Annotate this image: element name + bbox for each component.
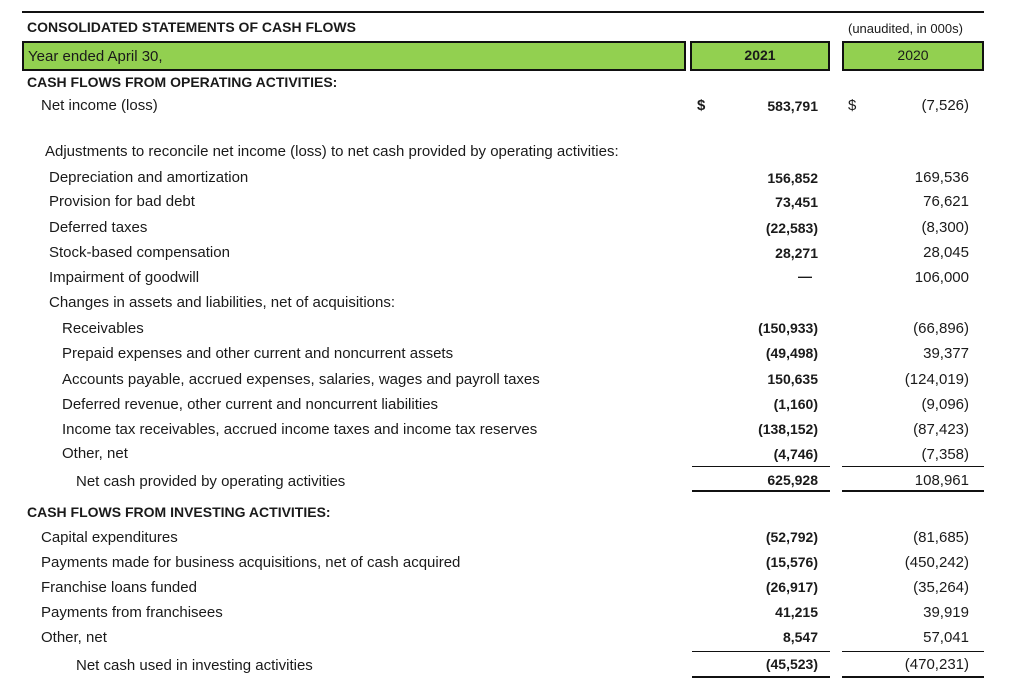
row-value-2021: (26,917) [765, 579, 818, 595]
row-value-2021: 73,451 [775, 194, 818, 210]
subtotal-rule-2021 [692, 651, 830, 652]
row-value-2020: 28,045 [923, 244, 969, 261]
row-label: Payments made for business acquisitions,… [41, 554, 461, 571]
total-rule-2020 [842, 490, 984, 492]
statement-title: CONSOLIDATED STATEMENTS OF CASH FLOWS [27, 19, 356, 35]
year-2021-header: 2021 [744, 47, 776, 63]
row-value-2020: (8,300) [921, 219, 969, 236]
row-value-2021: (138,152) [758, 421, 818, 437]
net-income-2020: (7,526) [921, 97, 969, 114]
adjustments-label: Adjustments to reconcile net income (los… [45, 143, 619, 160]
row-value-2020: 39,919 [923, 604, 969, 621]
row-value-2020: (35,264) [913, 579, 969, 596]
row-label: Franchise loans funded [41, 579, 197, 596]
row-value-2021: 28,271 [775, 245, 818, 261]
year-label: Year ended April 30, [28, 48, 163, 65]
row-label: Deferred revenue, other current and nonc… [62, 396, 439, 413]
row-value-2021: — [798, 268, 812, 284]
operating-total-2020: 108,961 [914, 472, 969, 489]
row-value-2021: (150,933) [758, 320, 818, 336]
row-value-2020: (124,019) [904, 371, 969, 388]
operating-total-2021: 625,928 [767, 472, 818, 488]
row-value-2020: 106,000 [914, 269, 969, 286]
total-rule-2020 [842, 676, 984, 678]
investing-section-header: CASH FLOWS FROM INVESTING ACTIVITIES: [27, 504, 331, 520]
total-rule-2021 [692, 490, 830, 492]
row-value-2020: (81,685) [913, 529, 969, 546]
row-label: Depreciation and amortization [49, 169, 249, 186]
row-value-2021: (49,498) [765, 345, 818, 361]
row-label: Other, net [41, 629, 107, 646]
investing-total-2020: (470,231) [904, 656, 969, 673]
operating-section-header: CASH FLOWS FROM OPERATING ACTIVITIES: [27, 74, 338, 90]
row-value-2020: 57,041 [923, 629, 969, 646]
row-label: Other, net [62, 445, 128, 462]
row-value-2021: (4,746) [773, 446, 818, 462]
row-label: Prepaid expenses and other current and n… [62, 345, 454, 362]
row-value-2020: (7,358) [921, 446, 969, 463]
row-value-2021: 41,215 [775, 604, 818, 620]
row-value-2021: (1,160) [773, 396, 818, 412]
row-value-2020: 169,536 [914, 169, 969, 186]
row-label: Stock-based compensation [49, 244, 230, 261]
year-2020-header: 2020 [897, 47, 929, 63]
row-value-2020: 76,621 [923, 193, 969, 210]
row-label: Impairment of goodwill [49, 269, 200, 286]
subtotal-rule-2021 [692, 466, 830, 467]
row-value-2020: (87,423) [913, 421, 969, 438]
total-rule-2021 [692, 676, 830, 678]
net-income-label: Net income (loss) [41, 97, 158, 114]
row-value-2020: (450,242) [904, 554, 969, 571]
row-value-2021: (22,583) [765, 220, 818, 236]
currency-symbol: $ [848, 97, 857, 114]
row-value-2020: (9,096) [921, 396, 969, 413]
row-value-2021: 156,852 [767, 170, 818, 186]
row-value-2021: (52,792) [765, 529, 818, 545]
net-income-2021: 583,791 [767, 98, 818, 114]
currency-symbol: $ [697, 97, 706, 114]
subtotal-rule-2020 [842, 466, 984, 467]
row-value-2020: 39,377 [923, 345, 969, 362]
row-label: Provision for bad debt [49, 193, 195, 210]
top-rule [22, 11, 984, 13]
row-label: Income tax receivables, accrued income t… [62, 421, 538, 438]
row-value-2021: (15,576) [765, 554, 818, 570]
row-label: Accounts payable, accrued expenses, sala… [62, 371, 540, 388]
row-value-2020: (66,896) [913, 320, 969, 337]
row-label: Capital expenditures [41, 529, 178, 546]
row-value-2021: 8,547 [782, 629, 818, 645]
operating-total-label: Net cash provided by operating activitie… [76, 473, 346, 490]
row-label: Deferred taxes [49, 219, 148, 236]
subtotal-rule-2020 [842, 651, 984, 652]
row-label: Receivables [62, 320, 144, 337]
row-value-2021: 150,635 [767, 371, 818, 387]
row-label: Payments from franchisees [41, 604, 223, 621]
investing-total-label: Net cash used in investing activities [76, 657, 313, 674]
changes-label: Changes in assets and liabilities, net o… [49, 294, 396, 311]
statement-note: (unaudited, in 000s) [848, 21, 963, 36]
investing-total-2021: (45,523) [765, 656, 818, 672]
